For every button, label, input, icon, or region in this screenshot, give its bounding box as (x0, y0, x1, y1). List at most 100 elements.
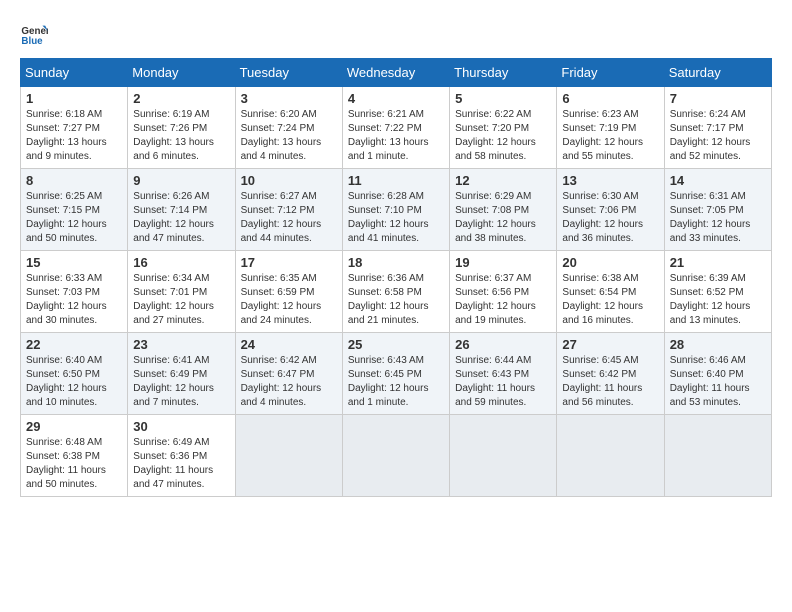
calendar-cell: 6 Sunrise: 6:23 AM Sunset: 7:19 PM Daylig… (557, 87, 664, 169)
day-number: 5 (455, 91, 551, 106)
calendar-week-row: 1 Sunrise: 6:18 AM Sunset: 7:27 PM Daylig… (21, 87, 772, 169)
weekday-header: Thursday (450, 59, 557, 87)
day-info: Sunrise: 6:36 AM Sunset: 6:58 PM Dayligh… (348, 272, 444, 328)
day-info: Sunrise: 6:31 AM Sunset: 7:05 PM Dayligh… (670, 190, 766, 246)
day-number: 14 (670, 173, 766, 188)
day-info: Sunrise: 6:19 AM Sunset: 7:26 PM Dayligh… (133, 108, 229, 164)
day-number: 7 (670, 91, 766, 106)
calendar-cell: 25 Sunrise: 6:43 AM Sunset: 6:45 PM Dayli… (342, 333, 449, 415)
day-number: 29 (26, 419, 122, 434)
day-number: 30 (133, 419, 229, 434)
calendar-cell: 14 Sunrise: 6:31 AM Sunset: 7:05 PM Dayli… (664, 169, 771, 251)
calendar-cell: 22 Sunrise: 6:40 AM Sunset: 6:50 PM Dayli… (21, 333, 128, 415)
calendar-week-row: 15 Sunrise: 6:33 AM Sunset: 7:03 PM Dayli… (21, 251, 772, 333)
weekday-header: Friday (557, 59, 664, 87)
calendar-cell: 10 Sunrise: 6:27 AM Sunset: 7:12 PM Dayli… (235, 169, 342, 251)
calendar-cell: 27Sunrise: 6:45 AM Sunset: 6:42 PM Dayli… (557, 333, 664, 415)
calendar-cell: 16 Sunrise: 6:34 AM Sunset: 7:01 PM Dayli… (128, 251, 235, 333)
day-number: 16 (133, 255, 229, 270)
calendar-cell: 8Sunrise: 6:25 AM Sunset: 7:15 PM Daylig… (21, 169, 128, 251)
day-info: Sunrise: 6:38 AM Sunset: 6:54 PM Dayligh… (562, 272, 658, 328)
calendar-cell: 2 Sunrise: 6:19 AM Sunset: 7:26 PM Daylig… (128, 87, 235, 169)
day-number: 6 (562, 91, 658, 106)
calendar-cell (235, 415, 342, 497)
day-number: 22 (26, 337, 122, 352)
day-info: Sunrise: 6:46 AM Sunset: 6:40 PM Dayligh… (670, 354, 766, 410)
day-number: 24 (241, 337, 337, 352)
calendar-cell: 18 Sunrise: 6:36 AM Sunset: 6:58 PM Dayli… (342, 251, 449, 333)
day-number: 15 (26, 255, 122, 270)
day-info: Sunrise: 6:37 AM Sunset: 6:56 PM Dayligh… (455, 272, 551, 328)
weekday-header: Wednesday (342, 59, 449, 87)
day-number: 26 (455, 337, 551, 352)
calendar-cell: 9 Sunrise: 6:26 AM Sunset: 7:14 PM Daylig… (128, 169, 235, 251)
day-info: Sunrise: 6:23 AM Sunset: 7:19 PM Dayligh… (562, 108, 658, 164)
day-number: 17 (241, 255, 337, 270)
day-number: 8 (26, 173, 122, 188)
calendar-cell: 23Sunrise: 6:41 AM Sunset: 6:49 PM Dayli… (128, 333, 235, 415)
calendar-cell: 1 Sunrise: 6:18 AM Sunset: 7:27 PM Daylig… (21, 87, 128, 169)
day-info: Sunrise: 6:26 AM Sunset: 7:14 PM Dayligh… (133, 190, 229, 246)
calendar-cell: 24 Sunrise: 6:42 AM Sunset: 6:47 PM Dayli… (235, 333, 342, 415)
day-number: 9 (133, 173, 229, 188)
svg-text:Blue: Blue (21, 36, 43, 47)
day-info: Sunrise: 6:33 AM Sunset: 7:03 PM Dayligh… (26, 272, 122, 328)
calendar-week-row: 22 Sunrise: 6:40 AM Sunset: 6:50 PM Dayli… (21, 333, 772, 415)
calendar-cell: 11Sunrise: 6:28 AM Sunset: 7:10 PM Dayli… (342, 169, 449, 251)
day-info: Sunrise: 6:45 AM Sunset: 6:42 PM Dayligh… (562, 354, 658, 410)
day-number: 3 (241, 91, 337, 106)
calendar-cell: 21 Sunrise: 6:39 AM Sunset: 6:52 PM Dayli… (664, 251, 771, 333)
calendar-cell: 13 Sunrise: 6:30 AM Sunset: 7:06 PM Dayli… (557, 169, 664, 251)
day-info: Sunrise: 6:42 AM Sunset: 6:47 PM Dayligh… (241, 354, 337, 410)
day-info: Sunrise: 6:30 AM Sunset: 7:06 PM Dayligh… (562, 190, 658, 246)
day-info: Sunrise: 6:39 AM Sunset: 6:52 PM Dayligh… (670, 272, 766, 328)
calendar-cell: 15 Sunrise: 6:33 AM Sunset: 7:03 PM Dayli… (21, 251, 128, 333)
day-info: Sunrise: 6:40 AM Sunset: 6:50 PM Dayligh… (26, 354, 122, 410)
weekday-header: Tuesday (235, 59, 342, 87)
day-number: 2 (133, 91, 229, 106)
day-info: Sunrise: 6:48 AM Sunset: 6:38 PM Dayligh… (26, 436, 122, 492)
day-number: 20 (562, 255, 658, 270)
calendar-cell: 28Sunrise: 6:46 AM Sunset: 6:40 PM Dayli… (664, 333, 771, 415)
calendar-cell: 5 Sunrise: 6:22 AM Sunset: 7:20 PM Daylig… (450, 87, 557, 169)
day-number: 10 (241, 173, 337, 188)
day-info: Sunrise: 6:44 AM Sunset: 6:43 PM Dayligh… (455, 354, 551, 410)
calendar-cell (557, 415, 664, 497)
calendar-cell (450, 415, 557, 497)
day-info: Sunrise: 6:28 AM Sunset: 7:10 PM Dayligh… (348, 190, 444, 246)
day-number: 1 (26, 91, 122, 106)
calendar-cell: 4Sunrise: 6:21 AM Sunset: 7:22 PM Daylig… (342, 87, 449, 169)
day-info: Sunrise: 6:34 AM Sunset: 7:01 PM Dayligh… (133, 272, 229, 328)
day-number: 23 (133, 337, 229, 352)
day-info: Sunrise: 6:22 AM Sunset: 7:20 PM Dayligh… (455, 108, 551, 164)
logo-icon: General Blue (20, 20, 48, 48)
day-info: Sunrise: 6:29 AM Sunset: 7:08 PM Dayligh… (455, 190, 551, 246)
calendar-cell: 3Sunrise: 6:20 AM Sunset: 7:24 PM Daylig… (235, 87, 342, 169)
day-number: 19 (455, 255, 551, 270)
day-number: 12 (455, 173, 551, 188)
calendar-cell (664, 415, 771, 497)
day-info: Sunrise: 6:24 AM Sunset: 7:17 PM Dayligh… (670, 108, 766, 164)
day-info: Sunrise: 6:35 AM Sunset: 6:59 PM Dayligh… (241, 272, 337, 328)
calendar-cell: 12 Sunrise: 6:29 AM Sunset: 7:08 PM Dayli… (450, 169, 557, 251)
calendar-header-row: SundayMondayTuesdayWednesdayThursdayFrid… (21, 59, 772, 87)
day-number: 13 (562, 173, 658, 188)
day-info: Sunrise: 6:18 AM Sunset: 7:27 PM Dayligh… (26, 108, 122, 164)
day-info: Sunrise: 6:27 AM Sunset: 7:12 PM Dayligh… (241, 190, 337, 246)
day-info: Sunrise: 6:21 AM Sunset: 7:22 PM Dayligh… (348, 108, 444, 164)
day-info: Sunrise: 6:43 AM Sunset: 6:45 PM Dayligh… (348, 354, 444, 410)
calendar-week-row: 29 Sunrise: 6:48 AM Sunset: 6:38 PM Dayli… (21, 415, 772, 497)
weekday-header: Monday (128, 59, 235, 87)
calendar-week-row: 8Sunrise: 6:25 AM Sunset: 7:15 PM Daylig… (21, 169, 772, 251)
calendar-cell (342, 415, 449, 497)
day-number: 18 (348, 255, 444, 270)
calendar: SundayMondayTuesdayWednesdayThursdayFrid… (20, 58, 772, 497)
day-number: 25 (348, 337, 444, 352)
calendar-cell: 17 Sunrise: 6:35 AM Sunset: 6:59 PM Dayli… (235, 251, 342, 333)
header: General Blue (20, 20, 772, 48)
calendar-cell: 7 Sunrise: 6:24 AM Sunset: 7:17 PM Daylig… (664, 87, 771, 169)
weekday-header: Sunday (21, 59, 128, 87)
day-number: 21 (670, 255, 766, 270)
calendar-cell: 26 Sunrise: 6:44 AM Sunset: 6:43 PM Dayli… (450, 333, 557, 415)
calendar-cell: 19 Sunrise: 6:37 AM Sunset: 6:56 PM Dayli… (450, 251, 557, 333)
